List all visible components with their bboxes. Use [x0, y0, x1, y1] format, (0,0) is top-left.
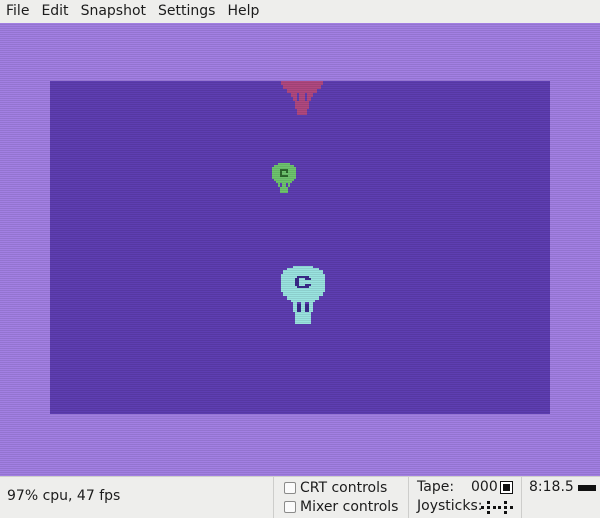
crt-controls-checkbox[interactable]	[284, 482, 296, 494]
balloon-cyan-sprite	[277, 266, 329, 336]
drive-led-indicator	[578, 485, 596, 491]
joystick-port-1-icon[interactable]	[481, 501, 496, 514]
tape-label: Tape:	[417, 479, 455, 495]
menu-file[interactable]: File	[0, 0, 35, 23]
menu-edit[interactable]: Edit	[35, 0, 74, 23]
balloon-red-sprite	[281, 81, 323, 119]
crt-controls-toggle[interactable]: CRT controls	[284, 480, 387, 496]
menu-snapshot[interactable]: Snapshot	[75, 0, 152, 23]
mixer-controls-toggle[interactable]: Mixer controls	[284, 499, 398, 515]
mixer-controls-label: Mixer controls	[300, 499, 399, 515]
crt-controls-label: CRT controls	[300, 480, 388, 496]
menu-settings[interactable]: Settings	[152, 0, 221, 23]
status-separator	[273, 477, 274, 518]
balloon-green-sprite	[270, 163, 298, 199]
performance-readout: 97% cpu, 47 fps	[7, 488, 121, 504]
emulation-time: 8:18.5	[529, 479, 574, 495]
status-separator	[408, 477, 409, 518]
emulator-display[interactable]	[0, 23, 600, 476]
menu-bar: File Edit Snapshot Settings Help	[0, 0, 600, 23]
stop-icon[interactable]	[500, 481, 513, 494]
game-screen	[50, 81, 550, 414]
joysticks-label: Joysticks:	[417, 498, 483, 514]
tape-counter: 000	[471, 479, 498, 495]
joystick-port-2-icon[interactable]	[498, 501, 513, 514]
menu-help[interactable]: Help	[221, 0, 265, 23]
status-separator	[521, 477, 522, 518]
mixer-controls-checkbox[interactable]	[284, 501, 296, 513]
status-bar: 97% cpu, 47 fps CRT controls Mixer contr…	[0, 476, 600, 518]
